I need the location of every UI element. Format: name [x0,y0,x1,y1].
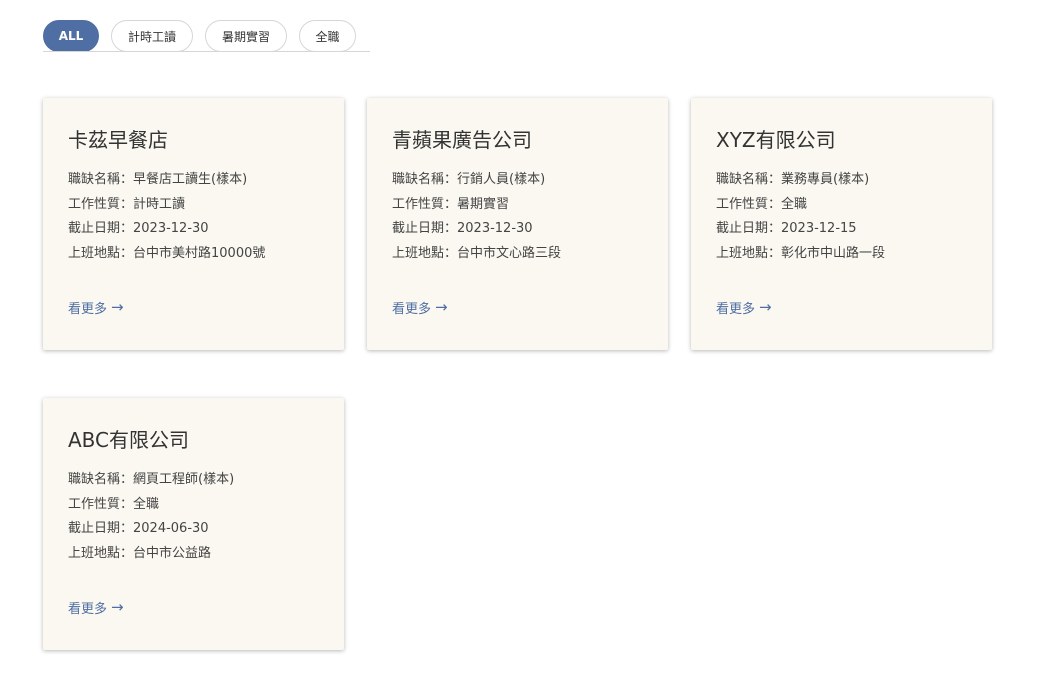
position-label: 職缺名稱： [716,172,782,187]
job-location: 上班地點：台中市公益路 [68,542,319,567]
company-name: XYZ有限公司 [716,128,836,152]
job-location: 上班地點：台中市文心路三段 [392,242,643,267]
see-more-link[interactable]: 看更多 → [68,298,124,318]
type-value: 暑期實習 [457,196,510,212]
job-card: XYZ有限公司 職缺名稱：業務專員(樣本) 工作性質：全職 截止日期：2023-… [691,98,992,350]
job-location: 上班地點：彰化市中山路一段 [716,242,967,267]
see-more-label: 看更多 [392,302,432,317]
tab-full-time[interactable]: 全職 [299,20,356,52]
tab-all[interactable]: ALL [43,20,99,52]
job-deadline: 截止日期：2023-12-15 [716,217,967,242]
see-more-link[interactable]: 看更多 → [716,298,772,318]
deadline-value: 2023-12-30 [133,221,209,236]
job-deadline: 截止日期：2024-06-30 [68,517,319,542]
location-value: 台中市文心路三段 [457,245,562,261]
job-position: 職缺名稱：網頁工程師(樣本) [68,468,319,493]
position-value: 早餐店工讀生(樣本) [133,172,248,187]
deadline-value: 2024-06-30 [133,521,209,536]
arrow-right-icon: → [111,298,124,316]
company-name: 卡茲早餐店 [68,128,168,152]
job-card: 青蘋果廣告公司 職缺名稱：行銷人員(樣本) 工作性質：暑期實習 截止日期：202… [367,98,668,350]
type-value: 全職 [133,496,160,512]
deadline-value: 2023-12-30 [457,221,533,236]
tabs-divider [43,51,370,52]
job-card-grid: 卡茲早餐店 職缺名稱：早餐店工讀生(樣本) 工作性質：計時工讀 截止日期：202… [43,98,992,650]
deadline-label: 截止日期： [716,221,782,236]
location-label: 上班地點： [68,545,134,561]
arrow-right-icon: → [111,598,124,616]
deadline-label: 截止日期： [68,521,134,536]
type-label: 工作性質： [68,496,134,512]
location-label: 上班地點： [716,245,782,261]
tab-part-time[interactable]: 計時工讀 [111,20,193,52]
type-label: 工作性質： [392,196,458,212]
job-card: ABC有限公司 職缺名稱：網頁工程師(樣本) 工作性質：全職 截止日期：2024… [43,398,344,650]
job-type: 工作性質：全職 [716,193,967,218]
job-position: 職缺名稱：早餐店工讀生(樣本) [68,168,319,193]
position-value: 業務專員(樣本) [781,172,870,187]
company-name: 青蘋果廣告公司 [392,128,532,152]
deadline-label: 截止日期： [392,221,458,236]
type-value: 全職 [781,196,808,212]
job-type: 工作性質：計時工讀 [68,193,319,218]
location-value: 台中市美村路10000號 [133,245,266,261]
see-more-label: 看更多 [68,602,108,617]
type-label: 工作性質： [68,196,134,212]
job-position: 職缺名稱：行銷人員(樣本) [392,168,643,193]
job-card: 卡茲早餐店 職缺名稱：早餐店工讀生(樣本) 工作性質：計時工讀 截止日期：202… [43,98,344,350]
job-position: 職缺名稱：業務專員(樣本) [716,168,967,193]
job-location: 上班地點：台中市美村路10000號 [68,242,319,267]
location-label: 上班地點： [392,245,458,261]
location-value: 彰化市中山路一段 [781,245,886,261]
position-value: 行銷人員(樣本) [457,172,546,187]
location-label: 上班地點： [68,245,134,261]
position-value: 網頁工程師(樣本) [133,472,235,487]
job-listing-page: ALL 計時工讀 暑期實習 全職 卡茲早餐店 職缺名稱：早餐店工讀生(樣本) 工… [0,0,1043,695]
position-label: 職缺名稱： [392,172,458,187]
job-type: 工作性質：暑期實習 [392,193,643,218]
arrow-right-icon: → [435,298,448,316]
company-name: ABC有限公司 [68,428,190,452]
tab-summer-internship[interactable]: 暑期實習 [205,20,287,52]
type-label: 工作性質： [716,196,782,212]
see-more-link[interactable]: 看更多 → [392,298,448,318]
type-value: 計時工讀 [133,196,186,212]
deadline-label: 截止日期： [68,221,134,236]
position-label: 職缺名稱： [68,172,134,187]
filter-tabs: ALL 計時工讀 暑期實習 全職 [43,20,356,52]
see-more-link[interactable]: 看更多 → [68,598,124,618]
position-label: 職缺名稱： [68,472,134,487]
job-deadline: 截止日期：2023-12-30 [68,217,319,242]
see-more-label: 看更多 [716,302,756,317]
deadline-value: 2023-12-15 [781,221,857,236]
location-value: 台中市公益路 [133,545,212,561]
job-deadline: 截止日期：2023-12-30 [392,217,643,242]
see-more-label: 看更多 [68,302,108,317]
arrow-right-icon: → [759,298,772,316]
job-type: 工作性質：全職 [68,493,319,518]
